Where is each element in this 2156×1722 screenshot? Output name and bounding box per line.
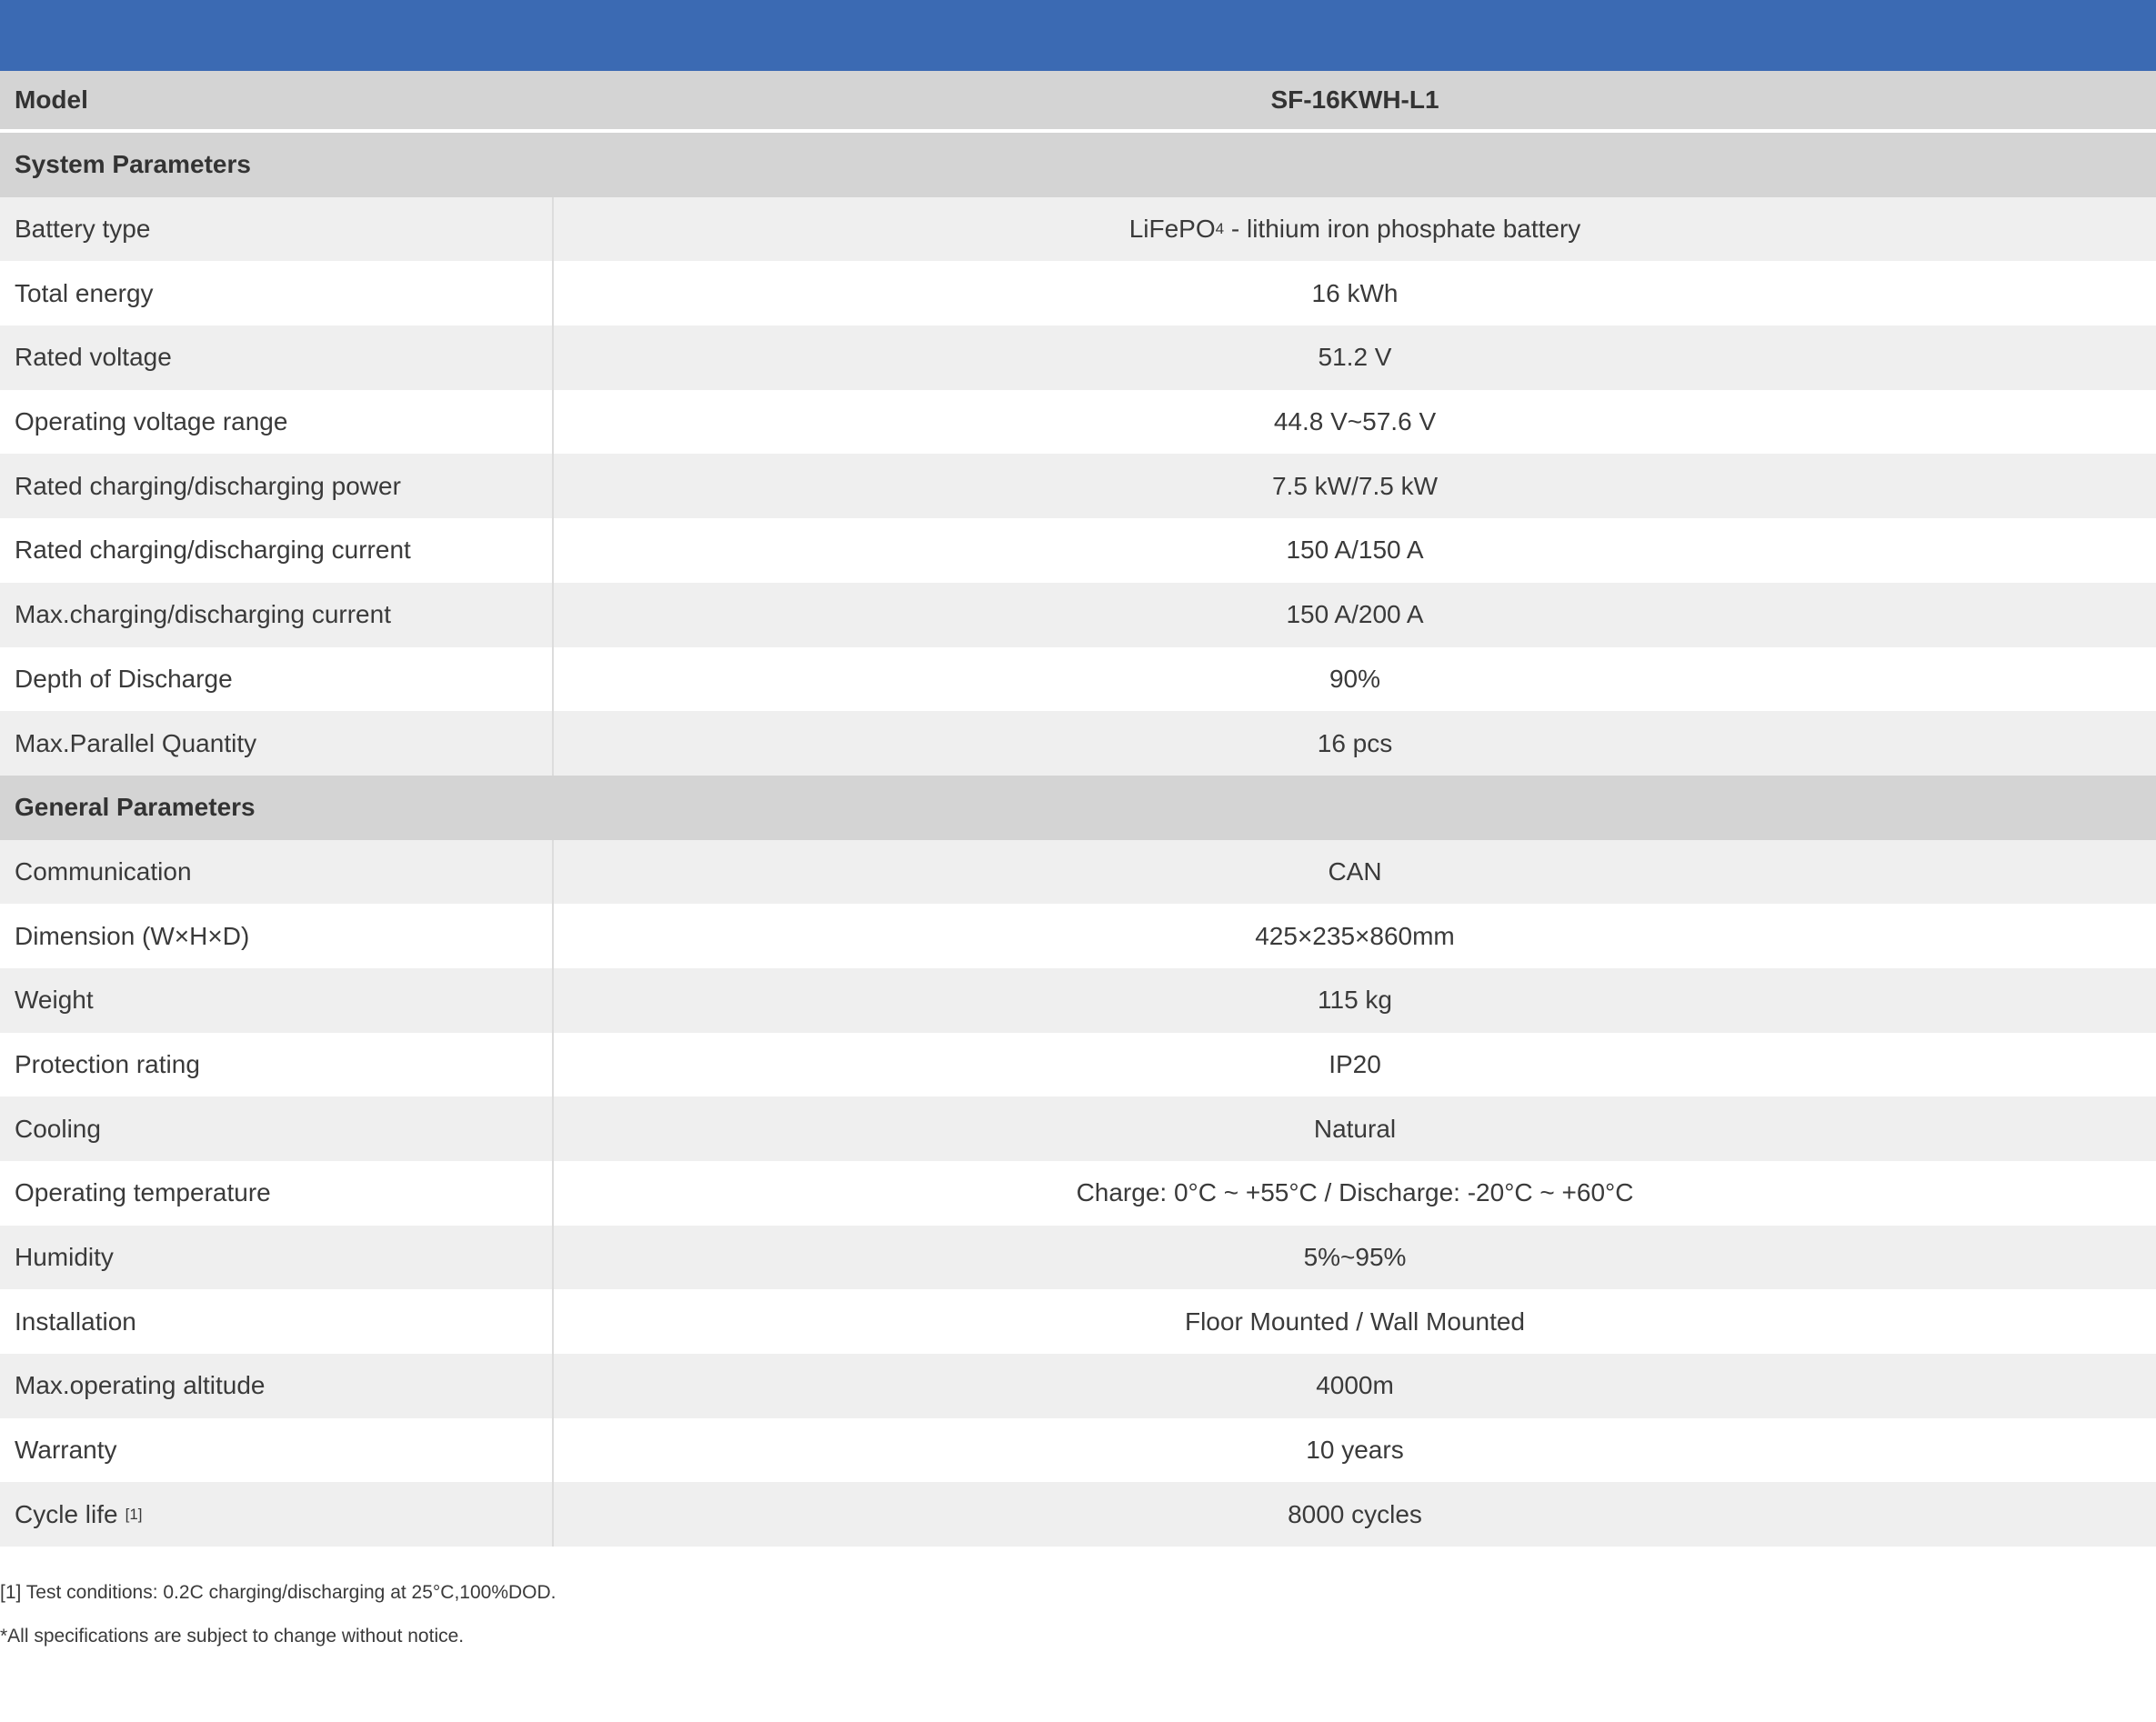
row-value: 425×235×860mm <box>1255 921 1455 950</box>
row-label: Weight <box>0 967 554 1033</box>
table-row-cycle-life: Cycle life [1] 8000 cycles <box>0 1482 2156 1547</box>
row-label: Dimension (W×H×D) <box>0 904 554 968</box>
footnote-marker: [1] <box>125 1505 143 1523</box>
row-value: 90% <box>1329 664 1381 693</box>
battery-type-desc: - lithium iron phosphate battery <box>1224 215 1581 244</box>
row-label: Rated charging/discharging current <box>0 518 554 583</box>
general-rows: Communication CAN Dimension (W×H×D) 425×235… <box>0 839 2156 1483</box>
row-label: Max.Parallel Quantity <box>0 711 554 776</box>
table-row: Max.charging/discharging current 150 A/20… <box>0 582 2156 647</box>
model-label: Model <box>15 85 88 114</box>
row-value: 8000 cycles <box>1288 1499 1422 1528</box>
row-value: 150 A/150 A <box>1286 536 1424 565</box>
table-row: Protection rating IP20 <box>0 1032 2156 1097</box>
footnote-disclaimer: *All specifications are subject to chang… <box>0 1626 465 1647</box>
table-row: Rated charging/discharging current 150 A/… <box>0 518 2156 583</box>
row-value: CAN <box>1328 856 1382 886</box>
row-value: 16 kWh <box>1311 278 1399 307</box>
row-label: Rated voltage <box>0 325 554 390</box>
row-label: Rated charging/discharging power <box>0 454 554 519</box>
model-row: Model SF-16KWH-L1 <box>0 71 2156 133</box>
row-label: Warranty <box>0 1417 554 1483</box>
row-label: Battery type <box>0 196 554 262</box>
section-header-system: System Parameters <box>0 133 2156 197</box>
spec-table: Model SF-16KWH-L1 System Parameters Batt… <box>0 71 2156 1547</box>
footnotes: [1] Test conditions: 0.2C charging/disch… <box>0 1571 2156 1658</box>
row-value: 4000m <box>1316 1371 1394 1400</box>
table-row: Rated charging/discharging power 7.5 kW/7… <box>0 454 2156 519</box>
table-row: Communication CAN <box>0 839 2156 905</box>
table-row: Total energy 16 kWh <box>0 261 2156 326</box>
row-label: Max.charging/discharging current <box>0 582 554 647</box>
section-title-system: System Parameters <box>15 150 251 179</box>
row-label: Cooling <box>0 1096 554 1161</box>
table-row: Operating temperature Charge: 0°C ~ +55°C… <box>0 1161 2156 1226</box>
row-label: Humidity <box>0 1225 554 1290</box>
table-row-battery-type: Battery type LiFePO 4 - lithium iron phos… <box>0 196 2156 262</box>
row-value: Floor Mounted / Wall Mounted <box>1184 1307 1526 1336</box>
table-row: Operating voltage range 44.8 V~57.6 V <box>0 389 2156 455</box>
row-value: 16 pcs <box>1317 728 1393 757</box>
row-value: 115 kg <box>1318 986 1392 1015</box>
section-header-general: General Parameters <box>0 775 2156 840</box>
row-value: 10 years <box>1306 1436 1404 1465</box>
table-row: Humidity 5%~95% <box>0 1225 2156 1290</box>
table-row: Installation Floor Mounted / Wall Mounted <box>0 1289 2156 1355</box>
model-value: SF-16KWH-L1 <box>1270 85 1439 114</box>
row-label: Total energy <box>0 261 554 326</box>
row-value: 51.2 V <box>1318 343 1392 372</box>
row-label: Depth of Discharge <box>0 646 554 712</box>
row-label: Installation <box>0 1289 554 1355</box>
footnote-test-conditions: [1] Test conditions: 0.2C charging/disch… <box>0 1582 557 1603</box>
system-rows: Total energy 16 kWh Rated voltage 51.2 V Ope… <box>0 261 2156 776</box>
battery-type-chem: LiFePO <box>1128 215 1216 244</box>
row-value: Charge: 0°C ~ +55°C / Discharge: -20°C ~… <box>1076 1178 1634 1207</box>
cycle-life-label: Cycle life <box>15 1499 118 1528</box>
table-row: Max.operating altitude 4000m <box>0 1354 2156 1418</box>
row-value: LiFePO 4 - lithium iron phosphate battery <box>554 197 2156 262</box>
table-row: Rated voltage 51.2 V <box>0 325 2156 390</box>
header-band <box>0 0 2156 71</box>
table-row: Weight 115 kg <box>0 967 2156 1033</box>
row-value: 5%~95% <box>1303 1243 1407 1272</box>
row-value: 150 A/200 A <box>1286 600 1424 629</box>
battery-type-subscript: 4 <box>1215 220 1225 238</box>
row-label: Communication <box>0 839 554 905</box>
row-label: Operating voltage range <box>0 389 554 455</box>
table-row: Cooling Natural <box>0 1096 2156 1161</box>
row-value: Natural <box>1313 1114 1397 1143</box>
table-row: Max.Parallel Quantity 16 pcs <box>0 711 2156 776</box>
row-label: Operating temperature <box>0 1161 554 1226</box>
row-label: Cycle life [1] <box>0 1482 554 1547</box>
table-row: Dimension (W×H×D) 425×235×860mm <box>0 904 2156 968</box>
row-value: 44.8 V~57.6 V <box>1273 407 1437 436</box>
table-row: Depth of Discharge 90% <box>0 646 2156 712</box>
row-label: Max.operating altitude <box>0 1354 554 1418</box>
row-value: IP20 <box>1329 1049 1381 1078</box>
section-title-general: General Parameters <box>15 793 256 822</box>
row-value: 7.5 kW/7.5 kW <box>1271 471 1439 500</box>
row-label: Protection rating <box>0 1032 554 1097</box>
table-row: Warranty 10 years <box>0 1417 2156 1483</box>
